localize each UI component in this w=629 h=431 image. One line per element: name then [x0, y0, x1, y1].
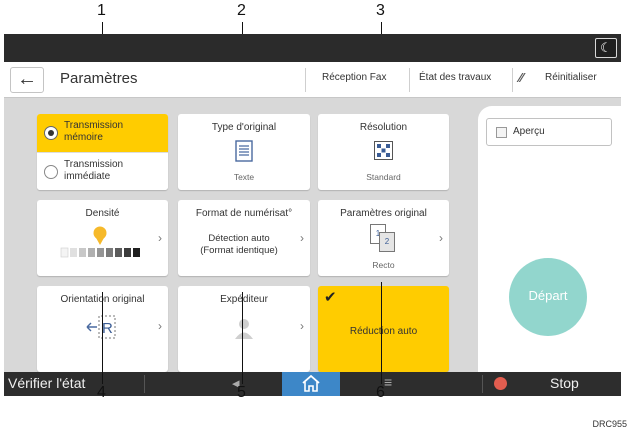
reception-fax-button[interactable]: Réception Fax [322, 72, 386, 83]
callout-5: 5 [237, 384, 246, 401]
header-divider [409, 68, 410, 92]
reset-icon: ⁄⁄ [519, 70, 524, 85]
apercu-label: Aperçu [513, 126, 545, 137]
moon-icon: ☾ [600, 40, 612, 55]
tile-title: Type d'original [211, 122, 277, 133]
callout-1: 1 [97, 2, 106, 19]
sender-icon [235, 319, 253, 339]
tile-value: Standard [366, 172, 401, 182]
stop-button[interactable]: Stop [550, 375, 579, 391]
radio-unselected [44, 165, 58, 179]
depart-button[interactable]: Départ [509, 258, 587, 336]
home-button[interactable] [282, 372, 340, 396]
callout-line-6 [381, 282, 382, 384]
pages-icon: 1 2 [370, 224, 398, 252]
settings-panel: ← Paramètres Réception Fax État des trav… [4, 62, 621, 372]
header: ← Paramètres Réception Fax État des trav… [4, 62, 621, 98]
tile-title: Expéditeur [220, 294, 268, 305]
callout-3: 3 [376, 2, 385, 19]
checkbox-icon [496, 127, 507, 138]
transmission-memoire-label: Transmission mémoire [64, 120, 124, 143]
bottom-divider [144, 375, 145, 393]
expediteur-tile[interactable]: Expéditeur › [178, 286, 310, 372]
figure: 1 2 3 ☾ ← Paramètres Réception Fax État … [0, 0, 629, 431]
reduction-auto-tile[interactable]: ✔ Réduction auto [318, 286, 449, 372]
tile-value-line2: (Format identique) [200, 245, 278, 256]
tile-value-line1: Détection auto [208, 233, 270, 244]
svg-text:R: R [102, 320, 113, 337]
device-screen: ☾ ← Paramètres Réception Fax État des tr… [4, 34, 621, 396]
densite-tile[interactable]: Densité › [37, 200, 168, 276]
menu-icon[interactable]: ≡ [384, 374, 392, 390]
chevron-right-icon: › [300, 319, 304, 333]
tile-title: Format de numérisat° [195, 208, 293, 219]
type-original-tile[interactable]: Type d'original Texte [178, 114, 310, 190]
verifier-etat-button[interactable]: Vérifier l'état [8, 375, 85, 391]
chevron-right-icon: › [300, 231, 304, 245]
right-panel: Aperçu Départ [478, 106, 621, 372]
bottom-divider [482, 375, 483, 393]
transmission-memoire-option[interactable]: Transmission mémoire [37, 114, 168, 152]
resolution-icon [374, 141, 393, 160]
back-button[interactable]: ← [10, 67, 44, 93]
tile-title: Résolution [359, 122, 408, 133]
energy-saver-button[interactable]: ☾ [595, 38, 617, 58]
reinitialiser-button[interactable]: Réinitialiser [545, 72, 597, 83]
depart-label: Départ [528, 288, 568, 303]
chevron-right-icon: › [439, 231, 443, 245]
header-divider [305, 68, 306, 92]
document-icon [235, 140, 253, 162]
parametres-original-tile[interactable]: Paramètres original 1 2 Recto › [318, 200, 449, 276]
tile-title: Paramètres original [340, 208, 427, 219]
header-divider [512, 68, 513, 92]
figure-code: DRC955 [592, 419, 627, 429]
chevron-right-icon: › [158, 319, 162, 333]
apercu-checkbox[interactable]: Aperçu [486, 118, 612, 146]
callout-4: 4 [97, 384, 106, 401]
stop-icon [494, 377, 507, 390]
callout-2: 2 [237, 2, 246, 19]
transmission-immediate-option[interactable]: Transmission immédiate [37, 152, 168, 190]
radio-selected [44, 126, 58, 140]
chevron-right-icon: › [158, 231, 162, 245]
back-arrow-icon: ← [17, 68, 37, 90]
callout-line-5 [242, 292, 243, 384]
tile-title: Densité [85, 208, 120, 219]
resolution-tile[interactable]: Résolution Standard [318, 114, 449, 190]
transmission-immediate-label: Transmission immédiate [64, 159, 124, 182]
transmission-mode-tile: Transmission mémoire Transmission immédi… [37, 114, 168, 190]
page-title: Paramètres [60, 70, 138, 87]
tile-value: Texte [233, 172, 255, 182]
tile-value: Recto [372, 260, 395, 270]
callout-6: 6 [376, 384, 385, 401]
status-bar: ☾ [4, 34, 621, 62]
format-numerisation-tile[interactable]: Format de numérisat° Détection auto (For… [178, 200, 310, 276]
checkmark-icon: ✔ [324, 289, 337, 306]
etat-travaux-button[interactable]: État des travaux [419, 72, 491, 83]
home-icon [302, 375, 320, 392]
density-icon [60, 226, 140, 258]
tile-title: Réduction auto [349, 326, 418, 337]
callout-line-4 [102, 292, 103, 384]
